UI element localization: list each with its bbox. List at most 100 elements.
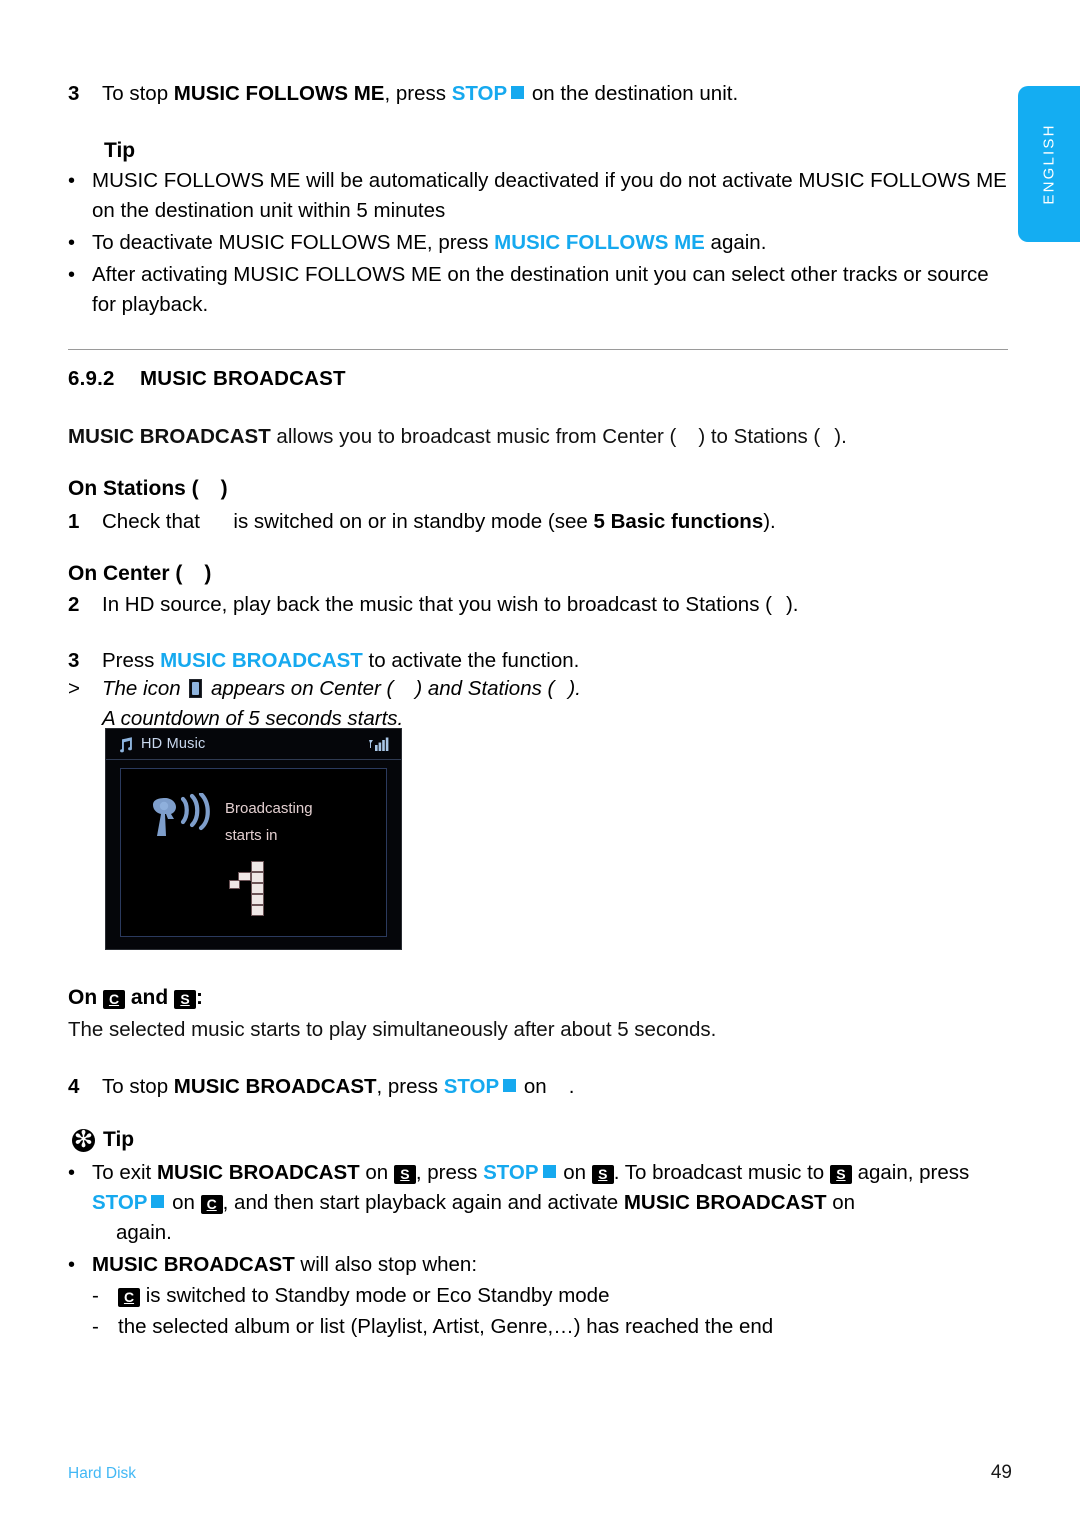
subheading-on-stations: On Stations ()	[68, 477, 228, 501]
footer-label: Hard Disk	[68, 1465, 137, 1482]
key-label-music-follows-me: MUSIC FOLLOWS ME	[494, 231, 705, 254]
broadcast-dish-icon	[147, 791, 219, 847]
result-pre: The icon	[102, 677, 187, 700]
list-item: • MUSIC FOLLOWS ME will be automatically…	[68, 166, 1012, 226]
tip-bullet-pre: To deactivate MUSIC FOLLOWS ME, press	[92, 231, 495, 254]
step-text-mid: is switched on or in standby mode (see	[227, 510, 594, 533]
subheading-pre: On Stations (	[68, 477, 199, 500]
dash-marker: -	[92, 1284, 99, 1307]
result-line-2: A countdown of 5 seconds starts.	[102, 707, 404, 730]
section-number: 6.9.2	[68, 367, 115, 390]
station-badge-icon: S	[829, 1165, 852, 1184]
tip-bullet-text: MUSIC BROADCAST will also stop when:	[92, 1250, 1012, 1280]
bullet-dot: •	[68, 1162, 76, 1184]
signal-bars-icon	[369, 736, 389, 752]
bullet-dot: •	[68, 1254, 76, 1276]
step-text: To stop MUSIC BROADCAST, press STOP on.	[102, 1072, 1012, 1102]
t9: on	[826, 1191, 856, 1214]
result-mid-2: ) and Stations (	[415, 677, 555, 700]
tip-bullet-post: again.	[704, 231, 767, 254]
bullet-dot: •	[68, 232, 76, 254]
list-item: - the selected album or list (Playlist, …	[92, 1312, 1012, 1342]
step-text-end: .	[568, 1075, 575, 1098]
tip-bullet-text: MUSIC FOLLOWS ME will be automatically d…	[92, 169, 1007, 222]
subheading-pre: On Center (	[68, 562, 183, 585]
screen-message-line-2: starts in	[225, 827, 278, 844]
subheading-on-center-stations: On C and S:	[68, 986, 203, 1010]
feature-name: MUSIC BROADCAST	[173, 1075, 377, 1098]
center-badge-icon: C	[103, 990, 125, 1009]
intro-part-2: ) to Stations (	[698, 425, 821, 448]
list-item: • MUSIC BROADCAST will also stop when:	[68, 1250, 1012, 1280]
list-item: • To deactivate MUSIC FOLLOWS ME, press …	[68, 228, 1012, 258]
step-number: 2	[68, 593, 80, 616]
stop-square-icon	[511, 86, 525, 99]
step-text: Check that is switched on or in standby …	[102, 507, 1012, 537]
stop-square-icon	[151, 1195, 165, 1208]
key-label-stop: STOP	[443, 1075, 500, 1098]
t2: on	[359, 1161, 394, 1184]
subheading-post: )	[220, 477, 228, 500]
t7: on	[166, 1191, 201, 1214]
t6: again, press	[851, 1161, 970, 1184]
result-post: ).	[568, 677, 581, 700]
screen-body: Broadcasting starts in 1	[120, 768, 387, 937]
step-text-post: ).	[763, 510, 776, 533]
step-text-mid: , press	[384, 82, 452, 105]
step-text-pre: Press	[102, 649, 161, 672]
step-row: 3 To stop MUSIC FOLLOWS ME, press STOP o…	[68, 79, 1012, 109]
step-number: 1	[68, 510, 80, 533]
feature-name: MUSIC BROADCAST	[68, 425, 271, 448]
cross-reference: 5 Basic functions	[593, 510, 764, 533]
station-badge-icon: S	[591, 1165, 614, 1184]
screen-header: HD Music	[106, 729, 401, 760]
document-page: 3 To stop MUSIC FOLLOWS ME, press STOP o…	[68, 0, 1012, 1527]
step-text-pre: To stop	[102, 82, 174, 105]
intro-part-1: allows you to broadcast music from Cente…	[270, 425, 677, 448]
result-marker: >	[68, 677, 80, 700]
stop-square-icon	[503, 1079, 517, 1092]
step-row: 3 Press MUSIC BROADCAST to activate the …	[68, 646, 1012, 676]
step-text-pre: To stop	[102, 1075, 174, 1098]
key-label-stop: STOP	[451, 82, 508, 105]
subheading-post: )	[204, 562, 212, 585]
step-number: 3	[68, 82, 80, 105]
tip-bullet-text: After activating MUSIC FOLLOWS ME on the…	[92, 263, 989, 316]
on-cs-body: The selected music starts to play simult…	[68, 1018, 717, 1041]
intro-part-3: ).	[834, 425, 847, 448]
center-badge-icon: C	[118, 1288, 140, 1307]
tip-bullet-text: To exit MUSIC BROADCAST on S, press STOP…	[92, 1158, 1012, 1248]
step-text-pre: In HD source, play back the music that y…	[102, 593, 772, 616]
t10: again.	[116, 1221, 172, 1244]
section-intro: MUSIC BROADCAST allows you to broadcast …	[68, 422, 1012, 451]
station-badge-icon: S	[174, 990, 197, 1009]
key-label-stop: STOP	[483, 1161, 539, 1184]
list-item: • After activating MUSIC FOLLOWS ME on t…	[68, 260, 1012, 320]
step-text: In HD source, play back the music that y…	[102, 590, 1012, 620]
screen-message-line-1: Broadcasting	[225, 800, 313, 817]
step-row: 2 In HD source, play back the music that…	[68, 590, 1012, 620]
device-screen-screenshot: HD Music Broadcasting starts in	[105, 728, 402, 950]
screen-message: Broadcasting starts in	[225, 795, 313, 849]
screen-title: HD Music	[141, 736, 206, 752]
feature-name: MUSIC BROADCAST	[92, 1253, 295, 1276]
feature-name: MUSIC FOLLOWS ME	[173, 82, 385, 105]
step-text-post: on	[518, 1075, 547, 1098]
step-row: 4 To stop MUSIC BROADCAST, press STOP on…	[68, 1072, 1012, 1102]
center-badge-icon: C	[200, 1195, 223, 1214]
subheading-pre: On	[68, 986, 103, 1009]
step-number: 3	[68, 649, 80, 672]
step-text-post: ).	[785, 593, 799, 616]
step-text-post: to activate the function.	[362, 649, 580, 672]
step-text-mid: , press	[376, 1075, 444, 1098]
tip-heading-label: Tip	[104, 139, 136, 162]
sub-item-text: C is switched to Standby mode or Eco Sta…	[118, 1281, 1012, 1311]
music-note-icon	[116, 736, 133, 753]
t4: on	[557, 1161, 592, 1184]
feature-name: MUSIC BROADCAST	[623, 1191, 827, 1214]
section-divider	[68, 349, 1008, 350]
tip-heading: ✻ Tip	[72, 1128, 134, 1152]
broadcast-status-icon	[189, 679, 203, 698]
step-text-pre: Check that	[102, 510, 206, 533]
page-number: 49	[990, 1462, 1012, 1483]
